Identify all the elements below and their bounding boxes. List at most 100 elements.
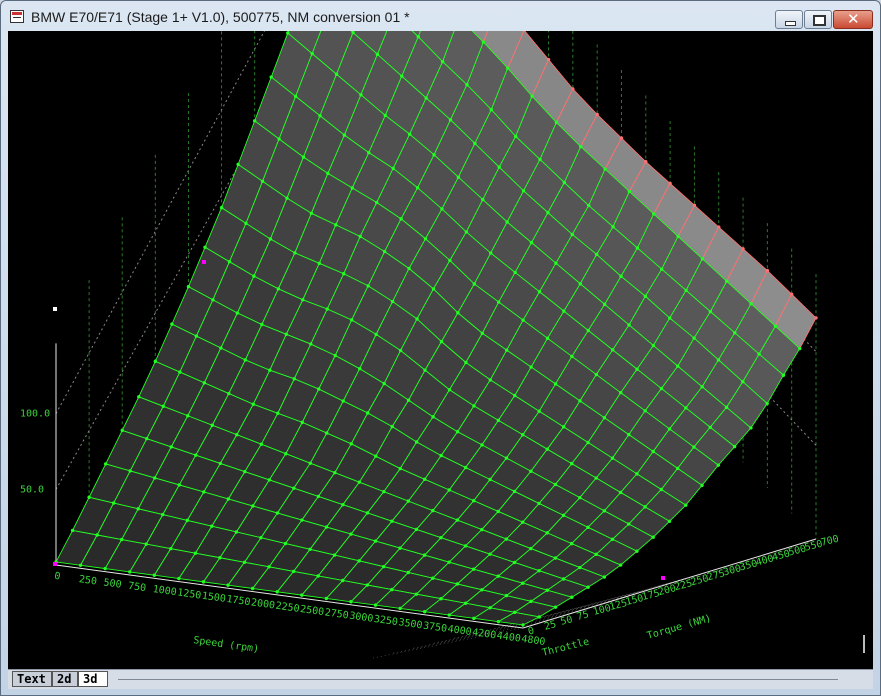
tab-2d[interactable]: 2d <box>52 671 78 687</box>
surface-point <box>349 600 353 604</box>
surface-point <box>250 586 255 591</box>
x-tick-label: 4400 <box>496 630 521 644</box>
surface-point <box>431 576 435 580</box>
surface-point <box>586 203 591 208</box>
surface-point <box>357 559 361 563</box>
close-button[interactable]: ✕ <box>833 10 873 29</box>
minimize-button[interactable] <box>775 10 803 29</box>
surface-point <box>635 367 639 371</box>
x-tick-label: 2500 <box>299 604 324 618</box>
surface-point <box>546 57 551 62</box>
surface-point <box>456 175 461 179</box>
surface-point <box>235 433 239 437</box>
surface-point <box>431 415 435 419</box>
surface-point <box>283 541 288 546</box>
surface-point <box>512 489 517 494</box>
surface-point <box>472 282 476 286</box>
surface-point <box>627 432 631 437</box>
surface-point <box>226 497 231 501</box>
surface-point <box>659 386 664 391</box>
maximize-button[interactable] <box>804 10 832 29</box>
surface-point <box>111 501 116 505</box>
surface-point <box>570 595 574 599</box>
surface-point <box>610 456 615 460</box>
surface-point <box>293 251 297 255</box>
surface-point <box>390 424 394 429</box>
surface-point <box>618 490 623 495</box>
y-tick-label: 0 <box>527 626 536 638</box>
surface-point <box>390 587 394 592</box>
surface-plot-3d[interactable]: 0 250 500 750 1000 1250 1500 1750 2000 2250 2500 27… <box>8 31 856 669</box>
surface-point <box>128 469 132 473</box>
surface-point <box>415 317 419 321</box>
surface-point <box>741 247 745 251</box>
surface-point <box>300 593 304 597</box>
surface-point <box>643 409 647 413</box>
surface-point <box>177 483 181 487</box>
surface-point <box>416 35 420 39</box>
surface-point <box>186 284 191 289</box>
surface-point <box>651 449 655 454</box>
surface-point <box>260 179 265 183</box>
surface-point <box>455 582 460 586</box>
surface-point <box>497 165 501 169</box>
surface-point <box>496 509 500 514</box>
surface-point <box>529 365 533 369</box>
application-window: BMW E70/E71 (Stage 1+ V1.0), 500775, NM … <box>0 0 881 696</box>
surface-point <box>530 94 534 98</box>
surface-point <box>652 212 656 216</box>
surface-point <box>349 442 353 446</box>
surface-point <box>407 132 412 136</box>
vertical-scroll-thumb[interactable] <box>863 635 865 653</box>
surface-point <box>512 560 517 565</box>
surface-point <box>268 237 273 241</box>
surface-point <box>643 294 648 298</box>
surface-point <box>375 52 380 57</box>
surface-point <box>619 390 623 395</box>
marker-point <box>202 260 206 264</box>
tab-3d[interactable]: 3d <box>78 671 108 687</box>
surface-point <box>537 409 541 413</box>
horizontal-scroll-track[interactable] <box>118 679 838 680</box>
surface-point <box>382 564 386 569</box>
surface-point <box>594 372 599 377</box>
surface-point <box>219 346 223 350</box>
surface-point <box>481 40 486 44</box>
surface-point <box>578 495 582 500</box>
surface-point <box>684 288 688 293</box>
surface-point <box>333 470 337 475</box>
tab-text[interactable]: Text <box>12 671 52 687</box>
surface-point <box>300 420 304 425</box>
surface-point <box>635 246 640 250</box>
surface-point <box>251 402 255 406</box>
cursor-marker <box>53 307 57 311</box>
app-icon[interactable] <box>10 10 24 23</box>
surface-point <box>504 456 509 460</box>
surface-point <box>210 423 214 427</box>
surface-point <box>611 225 615 229</box>
surface-point <box>326 171 330 176</box>
surface-point <box>506 66 510 70</box>
surface-point <box>432 153 436 157</box>
surface-point <box>276 411 280 416</box>
surface-point <box>285 196 289 200</box>
surface-point <box>463 601 468 605</box>
surface-point <box>406 570 410 575</box>
surface-point <box>463 465 468 470</box>
surface-point <box>521 189 526 193</box>
x-tick-label: 250 <box>78 574 97 587</box>
surface-point <box>480 331 484 335</box>
surface-point <box>366 411 370 415</box>
surface-point <box>537 615 541 619</box>
surface-point <box>667 519 672 523</box>
surface-point <box>553 556 558 560</box>
surface-point <box>439 596 443 601</box>
title-bar[interactable]: BMW E70/E71 (Stage 1+ V1.0), 500775, NM … <box>1 1 880 33</box>
surface-point <box>422 610 427 614</box>
surface-point <box>586 525 590 530</box>
surface-point <box>635 472 639 476</box>
vertical-scrollbar[interactable] <box>856 31 873 669</box>
surface-point <box>341 578 345 583</box>
surface-point <box>578 399 582 403</box>
surface-point <box>349 318 354 322</box>
